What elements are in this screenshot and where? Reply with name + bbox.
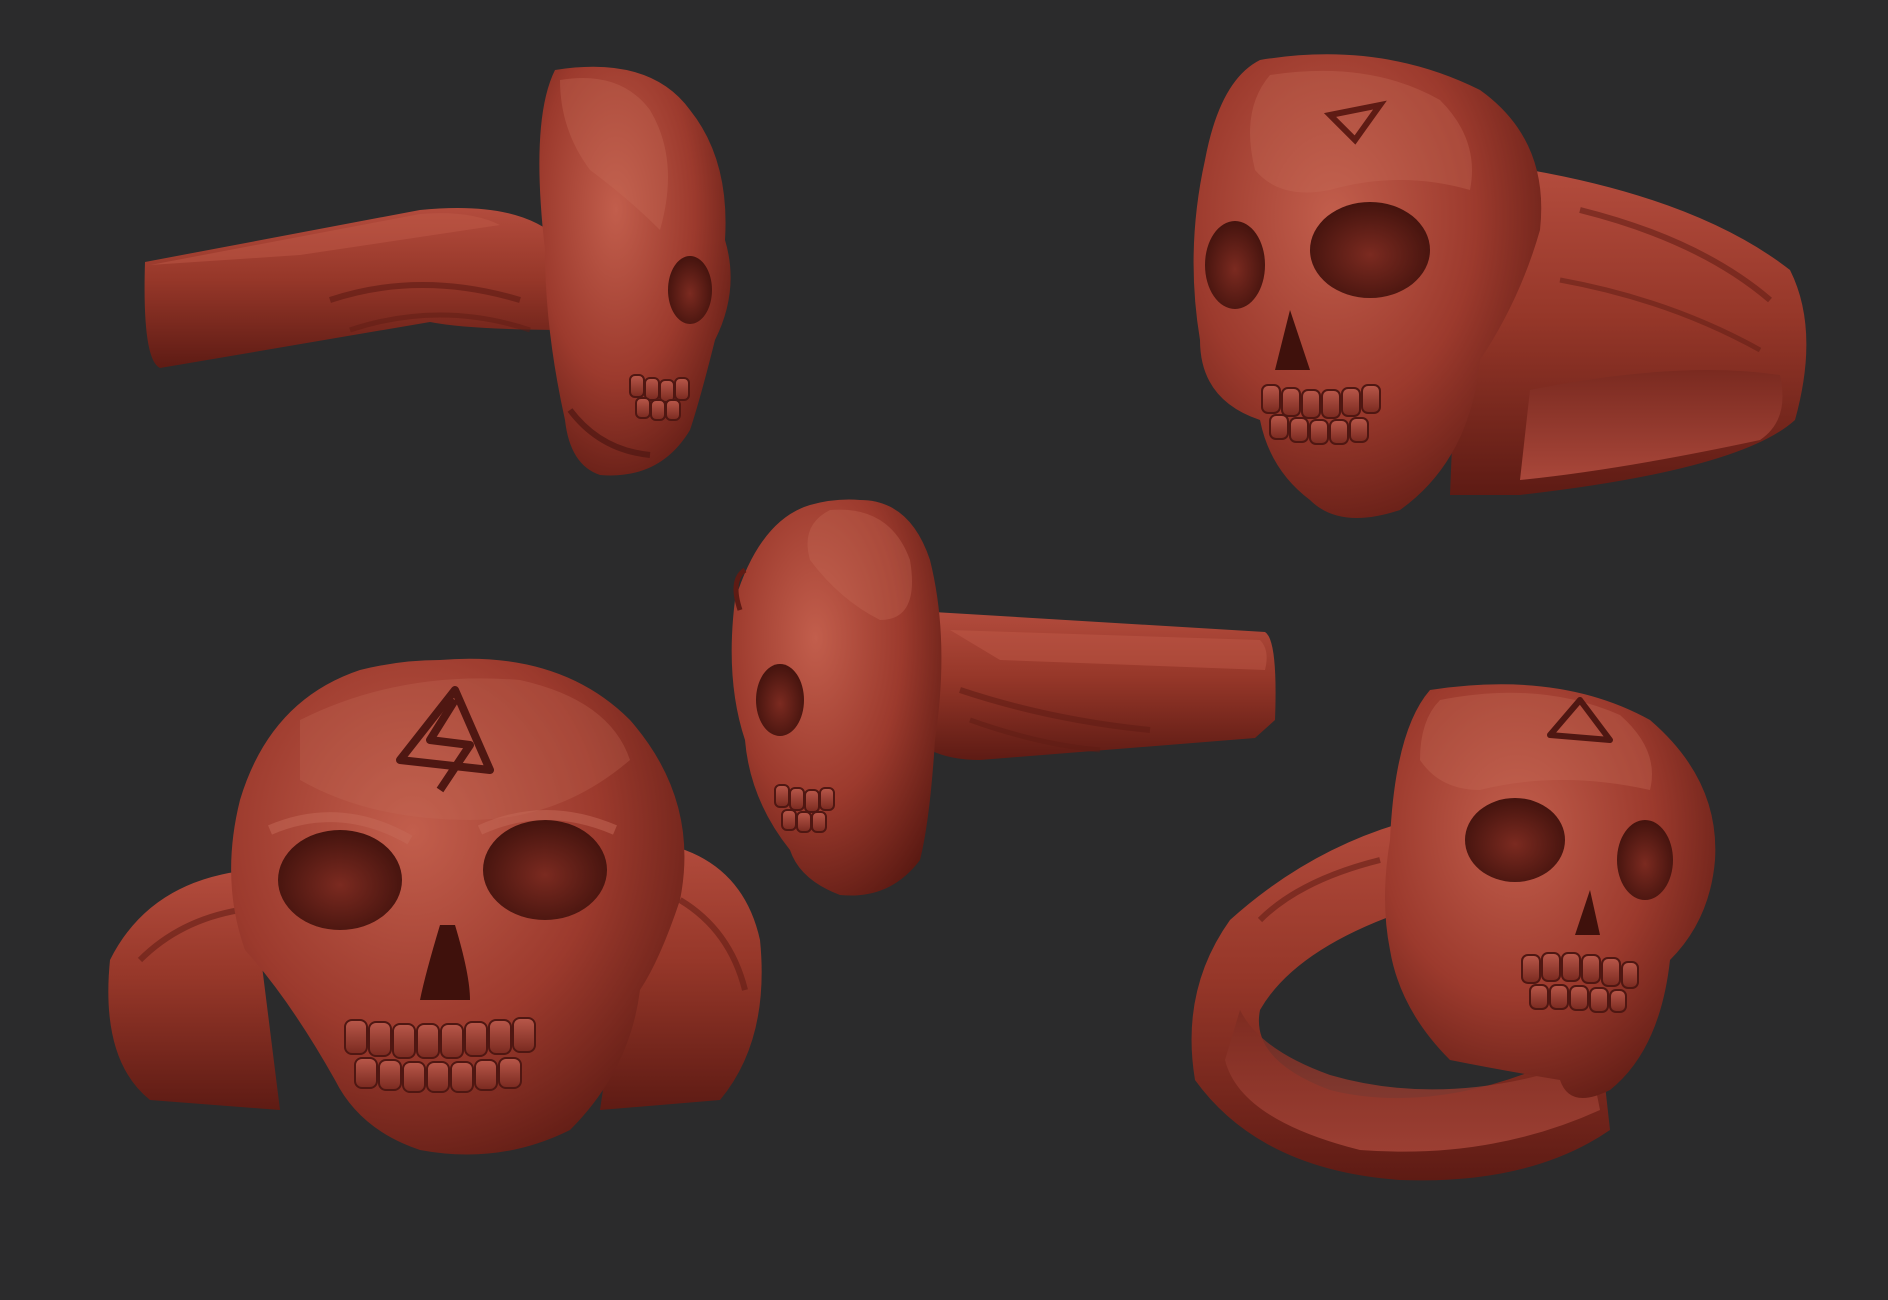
ring-view-side-right xyxy=(731,499,1276,896)
ring-view-side-left xyxy=(144,66,731,476)
ring-view-front xyxy=(108,658,762,1155)
skull-ring-renders xyxy=(108,54,1807,1181)
ring-view-three-quarter-right xyxy=(1191,684,1716,1181)
eye-socket-left xyxy=(278,830,402,930)
skull-teeth xyxy=(629,374,690,421)
render-canvas xyxy=(0,0,1888,1300)
eye-socket-right xyxy=(483,820,607,920)
ring-view-three-quarter-left xyxy=(1193,54,1807,519)
